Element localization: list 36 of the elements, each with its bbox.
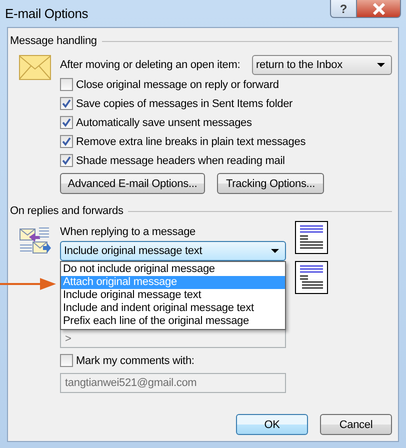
caret-icon <box>271 249 279 253</box>
checkbox-label: Close original message on reply or forward <box>76 78 279 90</box>
preview-icon <box>295 261 328 294</box>
help-button[interactable]: ? <box>330 0 357 18</box>
preview-icon <box>295 221 328 254</box>
checkbox[interactable] <box>60 116 73 129</box>
group-title: Message handling <box>10 35 97 47</box>
checkbox[interactable] <box>60 354 73 367</box>
field-label: When replying to a message <box>60 226 197 240</box>
options-button[interactable]: Tracking Options... <box>217 173 324 194</box>
close-icon <box>372 2 386 14</box>
dialog-button[interactable]: OK <box>236 414 308 435</box>
checkbox-label: Automatically save unsent messages <box>76 116 252 128</box>
annotation-arrow <box>0 277 56 291</box>
field-label: After moving or deleting an open item: <box>60 58 240 70</box>
window-title: E-mail Options <box>5 6 88 21</box>
reply-dropdown[interactable]: Include original message text <box>60 241 286 261</box>
close-button[interactable] <box>356 0 401 18</box>
envelope-icon <box>19 55 51 80</box>
caret-icon <box>377 62 385 66</box>
checkbox[interactable] <box>60 78 73 91</box>
after-moving-dropdown[interactable]: return to the Inbox <box>252 54 392 74</box>
checkbox-label: Save copies of messages in Sent Items folder <box>76 98 293 110</box>
options-button[interactable]: Advanced E-mail Options... <box>60 173 205 194</box>
dialog-button[interactable]: Cancel <box>320 414 392 435</box>
dropdown-option[interactable]: Include and indent original message text <box>61 302 285 315</box>
checkbox[interactable] <box>60 154 73 167</box>
dropdown-option[interactable]: Prefix each line of the original message <box>61 315 285 328</box>
group-title: On replies and forwards <box>10 205 124 217</box>
checkbox-label: Shade message headers when reading mail <box>76 154 285 166</box>
dropdown-option[interactable]: Include original message text <box>61 289 285 302</box>
checkbox-label: Remove extra line breaks in plain text messages <box>76 136 306 148</box>
dropdown-option[interactable]: Do not include original message <box>61 263 285 276</box>
checkbox[interactable] <box>60 97 73 110</box>
checkbox-label: Mark my comments with: <box>76 354 194 366</box>
checkbox[interactable] <box>60 135 73 148</box>
